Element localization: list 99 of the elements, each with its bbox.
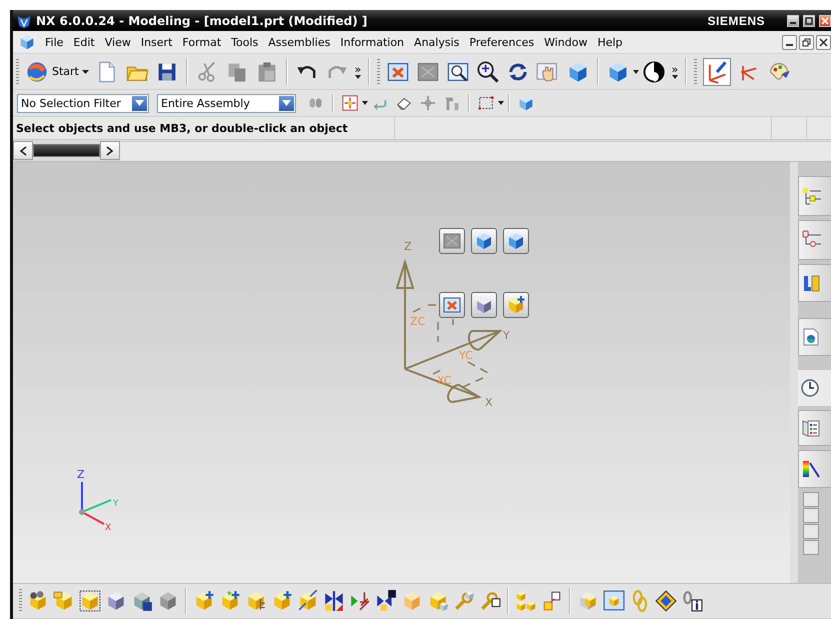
minimize-icon [786,44,793,46]
menu-item[interactable]: Assemblies [263,36,336,48]
shaded-cube-icon [474,231,494,251]
caret-icon[interactable] [498,101,504,105]
selection-scope-dropdown[interactable]: Entire Assembly [157,94,296,112]
view-plane-button[interactable] [439,228,465,254]
chevron-right-icon [106,146,114,156]
history-tab[interactable] [798,370,831,406]
scroll-thumb[interactable] [33,144,100,157]
shaded-cube-button[interactable] [471,228,497,254]
document-minimize-button[interactable] [782,34,797,50]
chevron-left-icon [19,146,27,156]
web-document-icon [801,327,821,347]
wrench-icon[interactable] [479,590,501,612]
maximize-button[interactable] [803,14,815,26]
move-cube-icon[interactable] [297,590,319,612]
scroll-left-button[interactable] [13,141,33,160]
view-plane-icon [442,231,462,251]
fit-view-button[interactable] [439,292,465,318]
library-icon [801,273,821,293]
zoom-in-out-icon[interactable] [476,60,500,84]
axis-label: Z [77,468,85,481]
status-prompt: Select objects and use MB3, or double-click an object [13,117,395,139]
fit-view-icon [442,295,462,315]
window-title: NX 6.0.0.24 - Modeling - [model1.prt (Modified) ] [36,14,368,28]
axis-label: Y [113,499,118,509]
menu-item[interactable]: Edit [68,36,100,48]
menu-item[interactable]: File [40,36,68,48]
chain-info-icon[interactable] [681,590,703,612]
restore-icon [802,38,811,46]
selection-filter-dropdown[interactable]: No Selection Filter [17,94,149,112]
mirror-icon[interactable] [375,590,397,612]
close-icon [821,16,829,24]
library-tab[interactable] [798,264,831,302]
toolbar-overflow-button[interactable]: » [672,64,678,75]
cube-view-button[interactable] [503,228,529,254]
caret-icon [82,70,89,74]
close-icon [819,38,828,46]
half-shaded-circle-icon[interactable] [642,60,666,84]
cube-icon[interactable] [517,94,535,112]
axis-label: X [105,523,112,533]
document-close-button[interactable] [816,34,831,50]
menu-item[interactable]: Tools [226,36,264,48]
color-palette-tab[interactable] [798,450,831,488]
menu-item[interactable]: Format [177,36,226,48]
toolbar-overflow-button[interactable]: » [354,64,362,75]
axis-label: X [485,396,493,409]
cube-view-icon [506,231,526,251]
minimize-button[interactable] [787,14,799,26]
caret-icon[interactable] [672,75,678,79]
menu-item[interactable]: Window [539,36,592,48]
web-document-tab[interactable] [798,318,831,356]
list-tab[interactable] [798,410,831,446]
diamond-icon[interactable] [655,590,677,612]
document-restore-button[interactable] [799,34,814,50]
caret-icon[interactable] [632,70,639,74]
caret-icon[interactable] [354,75,361,79]
mirror-icon[interactable] [323,590,345,612]
axis-triad-drawing [79,482,112,525]
assembly-tree-tab[interactable] [798,176,831,216]
assembly-tree-icon [801,186,821,206]
application-menu-icon[interactable] [18,33,36,51]
linked-squares-icon[interactable] [541,590,563,612]
part-tree-icon [801,230,821,250]
axis-label: YC [459,349,473,362]
wireframe-cube-icon [474,295,494,315]
framed-cube-icon[interactable] [79,590,101,612]
maximize-icon [805,16,813,24]
globe-icon [25,60,49,84]
dropdown-arrow-icon [135,100,144,106]
scroll-right-button[interactable] [100,141,120,160]
rectangle-select-icon[interactable] [477,94,495,112]
constraint-icon[interactable] [349,590,371,612]
add-component-button[interactable] [503,292,529,318]
axis-label: Y [503,329,510,342]
axis-label: XC [437,374,452,387]
part-tree-tab[interactable] [798,220,831,260]
list-icon [801,418,821,438]
menu-item[interactable]: Insert [136,36,178,48]
menu-item[interactable]: Help [592,36,628,48]
crosshair-icon[interactable] [419,94,437,112]
start-button[interactable]: Start [22,60,92,84]
clock-icon [800,378,820,398]
menu-item[interactable]: Preferences [464,36,540,48]
close-button[interactable] [819,14,831,26]
window-cube-icon[interactable] [603,590,625,612]
add-component-icon [506,295,526,315]
wireframe-cube-button[interactable] [471,292,497,318]
caret-icon[interactable] [362,101,368,105]
axis-label: Z [404,240,412,253]
menu-item[interactable]: Information [335,36,410,48]
menu-item[interactable]: View [100,36,136,48]
snap-point-icon[interactable] [341,94,359,112]
dropdown-arrow-icon [282,100,291,106]
axis-label: ZC [410,315,426,328]
brand-label: SIEMENS [707,14,765,28]
menu-item[interactable]: Analysis [409,36,464,48]
color-palette-icon [801,459,821,479]
wcs-display-button[interactable] [702,58,731,86]
